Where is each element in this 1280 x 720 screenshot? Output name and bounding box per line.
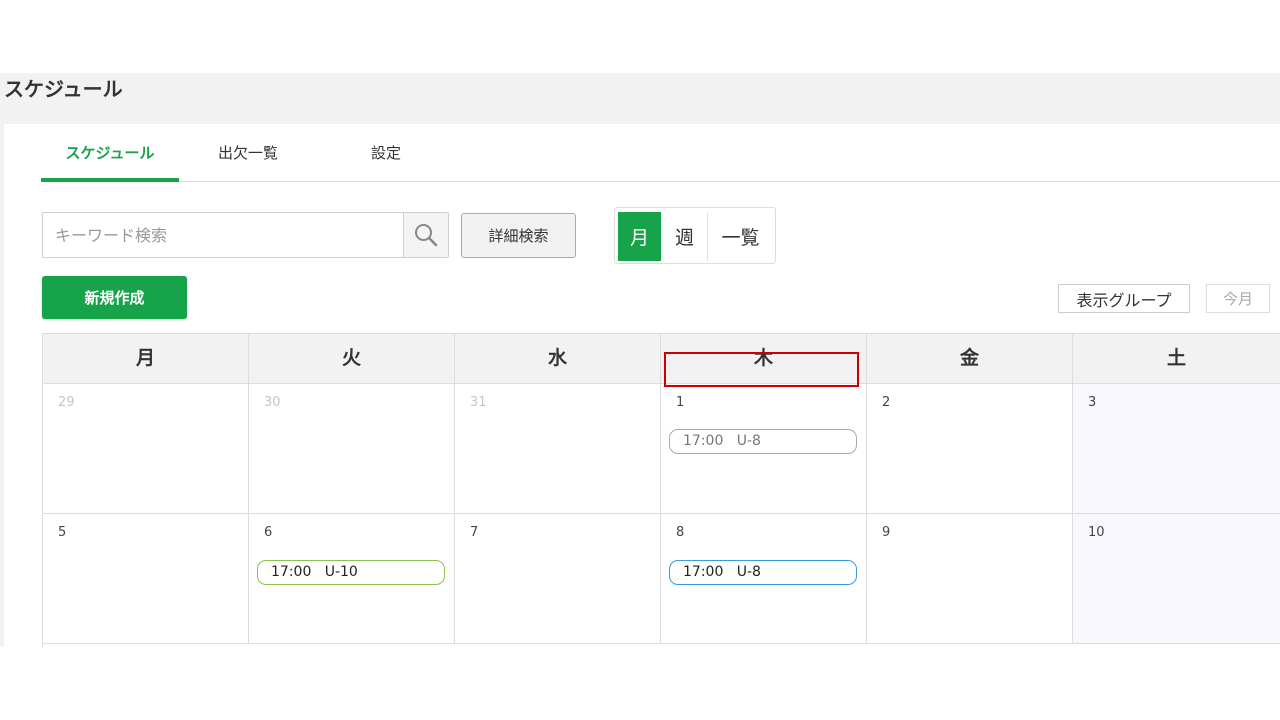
event-time: 17:00 — [271, 564, 312, 580]
event-item[interactable]: 17:00 U-8 — [669, 560, 857, 585]
day-number: 6 — [264, 525, 273, 540]
event-title: U-10 — [324, 564, 358, 580]
day-number: 9 — [882, 525, 891, 540]
display-group-button[interactable]: 表示グループ — [1058, 284, 1190, 313]
event-item[interactable]: 17:00 U-10 — [257, 560, 445, 585]
day-cell[interactable]: 1 17:00 U-8 — [661, 384, 867, 514]
day-number: 10 — [1088, 525, 1105, 540]
screen: スケジュール スケジュール 出欠一覧 設定 詳細検索 月 週 — [0, 0, 1280, 720]
event-item[interactable]: 17:00 U-8 — [669, 429, 857, 454]
event-time: 17:00 — [683, 564, 724, 580]
page-title: スケジュール — [4, 77, 123, 101]
event-title: U-8 — [736, 564, 761, 580]
weekday-header: 月 火 水 木 金 土 — [43, 334, 1280, 384]
day-number: 8 — [676, 525, 685, 540]
weekday-tue: 火 — [249, 334, 455, 384]
day-number: 29 — [58, 395, 75, 410]
day-cell[interactable]: 3 — [1073, 384, 1280, 514]
day-cell[interactable]: 7 — [455, 514, 661, 644]
day-cell[interactable]: 5 — [43, 514, 249, 644]
event-time: 17:00 — [683, 433, 724, 449]
day-number: 1 — [676, 395, 685, 410]
keyword-search — [42, 212, 449, 258]
weekday-wed: 水 — [455, 334, 661, 384]
search-icon — [415, 224, 438, 247]
search-button[interactable] — [403, 213, 448, 257]
keyword-search-input[interactable] — [43, 213, 403, 257]
tab-schedule[interactable]: スケジュール — [41, 124, 179, 182]
day-cell[interactable]: 2 — [867, 384, 1073, 514]
day-cell[interactable]: 29 — [43, 384, 249, 514]
day-cell[interactable]: 30 — [249, 384, 455, 514]
event-title: U-8 — [736, 433, 761, 449]
view-list-button[interactable]: 一覧 — [708, 212, 773, 261]
day-number: 3 — [1088, 395, 1097, 410]
day-number: 31 — [470, 395, 487, 410]
view-month-button[interactable]: 月 — [618, 212, 661, 261]
month-calendar: 月 火 水 木 金 土 29 30 31 1 17:00 U-8 2 3 5 6… — [42, 333, 1280, 647]
main-panel: スケジュール 出欠一覧 設定 詳細検索 月 週 一覧 — [4, 124, 1280, 647]
day-cell[interactable]: 6 17:00 U-10 — [249, 514, 455, 644]
tab-attendance-list[interactable]: 出欠一覧 — [179, 124, 317, 182]
weekday-sat: 土 — [1073, 334, 1280, 384]
day-number: 5 — [58, 525, 67, 540]
day-number: 30 — [264, 395, 281, 410]
detail-search-button[interactable]: 詳細検索 — [461, 213, 576, 258]
weekday-thu: 木 — [661, 334, 867, 384]
day-cell[interactable]: 31 — [455, 384, 661, 514]
tab-settings[interactable]: 設定 — [317, 124, 455, 182]
day-cell[interactable]: 9 — [867, 514, 1073, 644]
day-number: 2 — [882, 395, 891, 410]
weekday-mon: 月 — [43, 334, 249, 384]
day-cell[interactable]: 10 — [1073, 514, 1280, 644]
this-month-button[interactable]: 今月 — [1206, 284, 1270, 313]
tab-bar: スケジュール 出欠一覧 設定 — [41, 124, 1280, 182]
weekday-fri: 金 — [867, 334, 1073, 384]
view-toggle: 月 週 一覧 — [614, 207, 776, 264]
app-area: スケジュール スケジュール 出欠一覧 設定 詳細検索 月 週 — [0, 73, 1280, 647]
day-cell[interactable]: 8 17:00 U-8 — [661, 514, 867, 644]
new-schedule-button[interactable]: 新規作成 — [42, 276, 187, 319]
day-number: 7 — [470, 525, 479, 540]
view-week-button[interactable]: 週 — [662, 212, 707, 261]
